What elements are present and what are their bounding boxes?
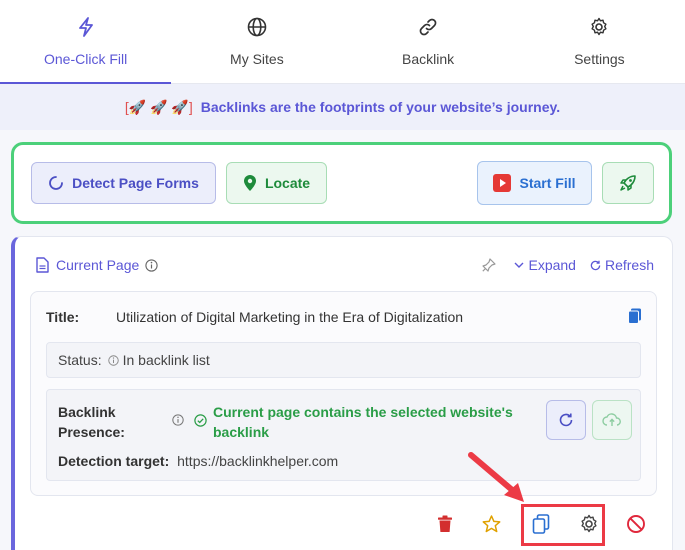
info-icon[interactable]	[172, 414, 184, 426]
status-label: Status:	[58, 352, 102, 368]
start-fill-label: Start Fill	[519, 175, 576, 191]
refresh-icon	[559, 413, 573, 427]
detect-page-forms-button[interactable]: Detect Page Forms	[31, 162, 216, 204]
disable-button[interactable]	[624, 512, 648, 536]
tab-my-sites[interactable]: My Sites	[171, 0, 342, 83]
refresh-label: Refresh	[604, 257, 654, 273]
play-icon	[493, 174, 519, 192]
card-tools: Expand Refresh	[468, 257, 654, 273]
rocket-emoji-group: [🚀 🚀 🚀]	[124, 98, 193, 115]
expand-label: Expand	[528, 257, 576, 273]
spinner-icon	[48, 175, 72, 191]
tab-settings[interactable]: Settings	[514, 0, 685, 83]
tab-backlink[interactable]: Backlink	[343, 0, 514, 83]
rocket-icon	[618, 173, 638, 193]
card-title: Current Page	[56, 257, 140, 273]
globe-icon	[246, 16, 268, 38]
pin-icon[interactable]	[482, 258, 500, 272]
cloud-upload-button[interactable]	[592, 400, 632, 440]
page-details: Title: Utilization of Digital Marketing …	[30, 291, 657, 496]
recheck-button[interactable]	[546, 400, 586, 440]
tab-label: Backlink	[402, 51, 455, 67]
map-pin-icon	[243, 174, 265, 192]
rocket-button[interactable]	[602, 162, 654, 204]
trash-icon	[438, 515, 452, 532]
annotation-arrow	[468, 452, 524, 502]
refresh-button[interactable]: Refresh	[590, 257, 654, 273]
detection-target-value: https://backlinkhelper.com	[177, 453, 339, 469]
expand-button[interactable]: Expand	[514, 257, 576, 273]
cloud-upload-icon	[602, 413, 621, 426]
copy-title-icon[interactable]	[628, 308, 642, 324]
detection-target-label: Detection target:	[58, 453, 170, 469]
locate-label: Locate	[264, 175, 311, 191]
backlink-presence-value: Current page contains the selected websi…	[213, 404, 513, 440]
tab-label: My Sites	[230, 51, 284, 67]
card-header: Current Page	[35, 257, 165, 273]
bolt-icon	[75, 16, 97, 38]
ban-icon	[627, 515, 645, 533]
title-row: Title: Utilization of Digital Marketing …	[46, 309, 463, 325]
tab-one-click-fill[interactable]: One-Click Fill	[0, 0, 172, 84]
action-panel: Detect Page Forms Locate Start Fill	[11, 142, 672, 224]
gear-icon	[588, 16, 610, 38]
tab-label: Settings	[574, 51, 625, 67]
detection-target-row: Detection target: https://backlinkhelper…	[58, 453, 338, 469]
info-icon	[102, 354, 123, 366]
tab-bar: One-Click Fill My Sites Backlink Setting…	[0, 0, 685, 84]
status-value: In backlink list	[122, 352, 210, 368]
document-icon	[35, 257, 56, 273]
backlink-presence-box: Backlink Presence: Current page contains…	[46, 389, 641, 481]
check-circle-icon	[194, 414, 207, 427]
title-label: Title:	[46, 309, 80, 325]
slogan-banner: [🚀 🚀 🚀] Backlinks are the footprints of …	[0, 84, 685, 130]
tab-label: One-Click Fill	[44, 51, 128, 67]
backlink-presence-label: Backlink Presence:	[58, 404, 125, 440]
current-page-card: Current Page Expand Refresh Title: Utili…	[11, 236, 673, 550]
chevron-down-icon	[514, 262, 524, 268]
info-icon[interactable]	[145, 258, 165, 272]
detect-label: Detect Page Forms	[72, 175, 199, 191]
slogan-text: Backlinks are the footprints of your web…	[200, 99, 561, 115]
delete-button[interactable]	[433, 512, 457, 536]
start-fill-button[interactable]: Start Fill	[477, 161, 592, 205]
link-icon	[417, 16, 439, 38]
page-title-value: Utilization of Digital Marketing in the …	[116, 309, 464, 325]
status-row: Status: In backlink list	[46, 342, 641, 378]
refresh-icon	[590, 260, 601, 270]
locate-button[interactable]: Locate	[226, 162, 327, 204]
